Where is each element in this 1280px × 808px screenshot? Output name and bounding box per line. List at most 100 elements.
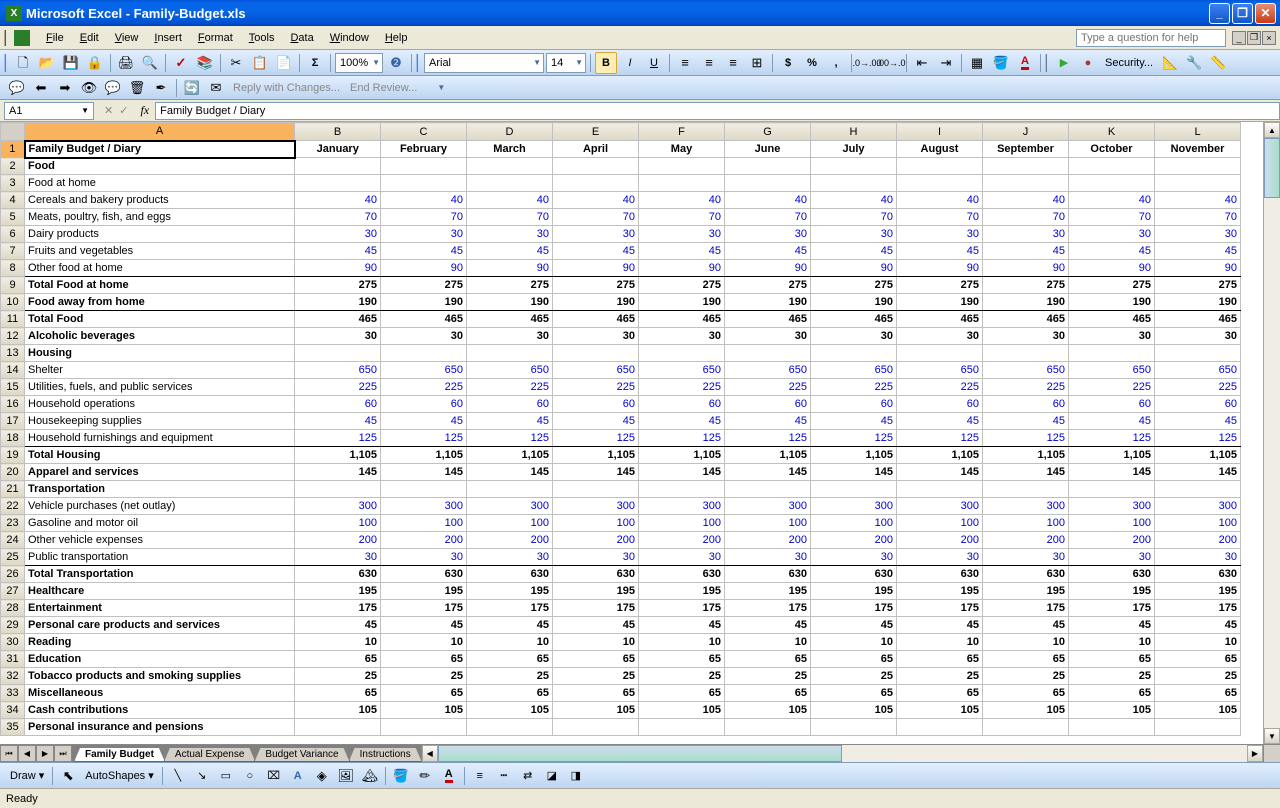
col-header-E[interactable]: E <box>553 123 639 141</box>
show-all-comments-button[interactable]: 💬 <box>102 77 124 99</box>
cell-F17[interactable]: 45 <box>639 413 725 430</box>
cell-K23[interactable]: 100 <box>1069 515 1155 532</box>
underline-button[interactable]: U <box>643 52 665 74</box>
cell-L3[interactable] <box>1155 175 1241 192</box>
cell-G24[interactable]: 200 <box>725 532 811 549</box>
control-toolbox-button[interactable]: 🔧 <box>1183 52 1205 74</box>
cell-J31[interactable]: 65 <box>983 651 1069 668</box>
menu-window[interactable]: Window <box>322 30 377 46</box>
cell-I16[interactable]: 60 <box>897 396 983 413</box>
cell-L13[interactable] <box>1155 345 1241 362</box>
draw-menu[interactable]: Draw ▾ <box>6 769 48 782</box>
sheet-tab-instructions[interactable]: Instructions <box>349 748 422 762</box>
cell-H4[interactable]: 40 <box>811 192 897 209</box>
cell-D32[interactable]: 25 <box>467 668 553 685</box>
cell-B35[interactable] <box>295 719 381 736</box>
cell-A7[interactable]: Fruits and vegetables <box>25 243 295 260</box>
cell-G15[interactable]: 225 <box>725 379 811 396</box>
cell-E30[interactable]: 10 <box>553 634 639 651</box>
cell-H11[interactable]: 465 <box>811 311 897 328</box>
cell-I3[interactable] <box>897 175 983 192</box>
cell-A15[interactable]: Utilities, fuels, and public services <box>25 379 295 396</box>
cell-L4[interactable]: 40 <box>1155 192 1241 209</box>
formatting-toolbar-handle[interactable] <box>416 54 420 72</box>
cell-G28[interactable]: 175 <box>725 600 811 617</box>
cell-D9[interactable]: 275 <box>467 277 553 294</box>
cell-L34[interactable]: 105 <box>1155 702 1241 719</box>
cell-B9[interactable]: 275 <box>295 277 381 294</box>
cell-E17[interactable]: 45 <box>553 413 639 430</box>
cell-J15[interactable]: 225 <box>983 379 1069 396</box>
cell-K12[interactable]: 30 <box>1069 328 1155 345</box>
cell-A20[interactable]: Apparel and services <box>25 464 295 481</box>
cell-A32[interactable]: Tobacco products and smoking supplies <box>25 668 295 685</box>
doc-close-button[interactable]: × <box>1262 31 1276 45</box>
row-header-13[interactable]: 13 <box>1 345 25 362</box>
menu-edit[interactable]: Edit <box>72 30 107 46</box>
copy-button[interactable]: 📋 <box>249 52 271 74</box>
cell-B7[interactable]: 45 <box>295 243 381 260</box>
col-header-F[interactable]: F <box>639 123 725 141</box>
clipart-button[interactable]: 🖼 <box>335 765 357 787</box>
cell-G31[interactable]: 65 <box>725 651 811 668</box>
cell-D6[interactable]: 30 <box>467 226 553 243</box>
line-button[interactable]: ╲ <box>167 765 189 787</box>
cell-G5[interactable]: 70 <box>725 209 811 226</box>
cell-J34[interactable]: 105 <box>983 702 1069 719</box>
row-header-35[interactable]: 35 <box>1 719 25 736</box>
cell-C2[interactable] <box>381 158 467 175</box>
scroll-left-button[interactable]: ◀ <box>422 745 438 762</box>
cell-F13[interactable] <box>639 345 725 362</box>
cell-C25[interactable]: 30 <box>381 549 467 566</box>
cell-L24[interactable]: 200 <box>1155 532 1241 549</box>
cell-C35[interactable] <box>381 719 467 736</box>
cell-I7[interactable]: 45 <box>897 243 983 260</box>
cell-L30[interactable]: 10 <box>1155 634 1241 651</box>
cell-E11[interactable]: 465 <box>553 311 639 328</box>
cell-D7[interactable]: 45 <box>467 243 553 260</box>
cell-E14[interactable]: 650 <box>553 362 639 379</box>
cell-J17[interactable]: 45 <box>983 413 1069 430</box>
cell-B2[interactable] <box>295 158 381 175</box>
cell-G32[interactable]: 25 <box>725 668 811 685</box>
cell-B26[interactable]: 630 <box>295 566 381 583</box>
cell-J21[interactable] <box>983 481 1069 498</box>
sheet-tab-actual-expense[interactable]: Actual Expense <box>164 748 256 762</box>
row-header-30[interactable]: 30 <box>1 634 25 651</box>
cell-C9[interactable]: 275 <box>381 277 467 294</box>
cell-D31[interactable]: 65 <box>467 651 553 668</box>
cell-L15[interactable]: 225 <box>1155 379 1241 396</box>
cell-K20[interactable]: 145 <box>1069 464 1155 481</box>
cell-J12[interactable]: 30 <box>983 328 1069 345</box>
cell-L6[interactable]: 30 <box>1155 226 1241 243</box>
open-button[interactable]: 📂 <box>36 52 58 74</box>
cell-D13[interactable] <box>467 345 553 362</box>
cell-E10[interactable]: 190 <box>553 294 639 311</box>
row-header-25[interactable]: 25 <box>1 549 25 566</box>
cell-I32[interactable]: 25 <box>897 668 983 685</box>
cell-H24[interactable]: 200 <box>811 532 897 549</box>
cell-J26[interactable]: 630 <box>983 566 1069 583</box>
cell-H6[interactable]: 30 <box>811 226 897 243</box>
cell-G4[interactable]: 40 <box>725 192 811 209</box>
cell-E24[interactable]: 200 <box>553 532 639 549</box>
cell-L2[interactable] <box>1155 158 1241 175</box>
cell-I31[interactable]: 65 <box>897 651 983 668</box>
cell-B32[interactable]: 25 <box>295 668 381 685</box>
cell-L16[interactable]: 60 <box>1155 396 1241 413</box>
cell-I18[interactable]: 125 <box>897 430 983 447</box>
cell-H31[interactable]: 65 <box>811 651 897 668</box>
cell-J5[interactable]: 70 <box>983 209 1069 226</box>
row-header-12[interactable]: 12 <box>1 328 25 345</box>
cell-L28[interactable]: 175 <box>1155 600 1241 617</box>
cell-J2[interactable] <box>983 158 1069 175</box>
vscroll-thumb[interactable] <box>1264 138 1280 198</box>
cell-L32[interactable]: 25 <box>1155 668 1241 685</box>
cell-L33[interactable]: 65 <box>1155 685 1241 702</box>
vertical-scrollbar[interactable]: ▲ ▼ <box>1263 122 1280 744</box>
cell-G20[interactable]: 145 <box>725 464 811 481</box>
cell-K13[interactable] <box>1069 345 1155 362</box>
cell-G11[interactable]: 465 <box>725 311 811 328</box>
cell-L11[interactable]: 465 <box>1155 311 1241 328</box>
cell-C16[interactable]: 60 <box>381 396 467 413</box>
